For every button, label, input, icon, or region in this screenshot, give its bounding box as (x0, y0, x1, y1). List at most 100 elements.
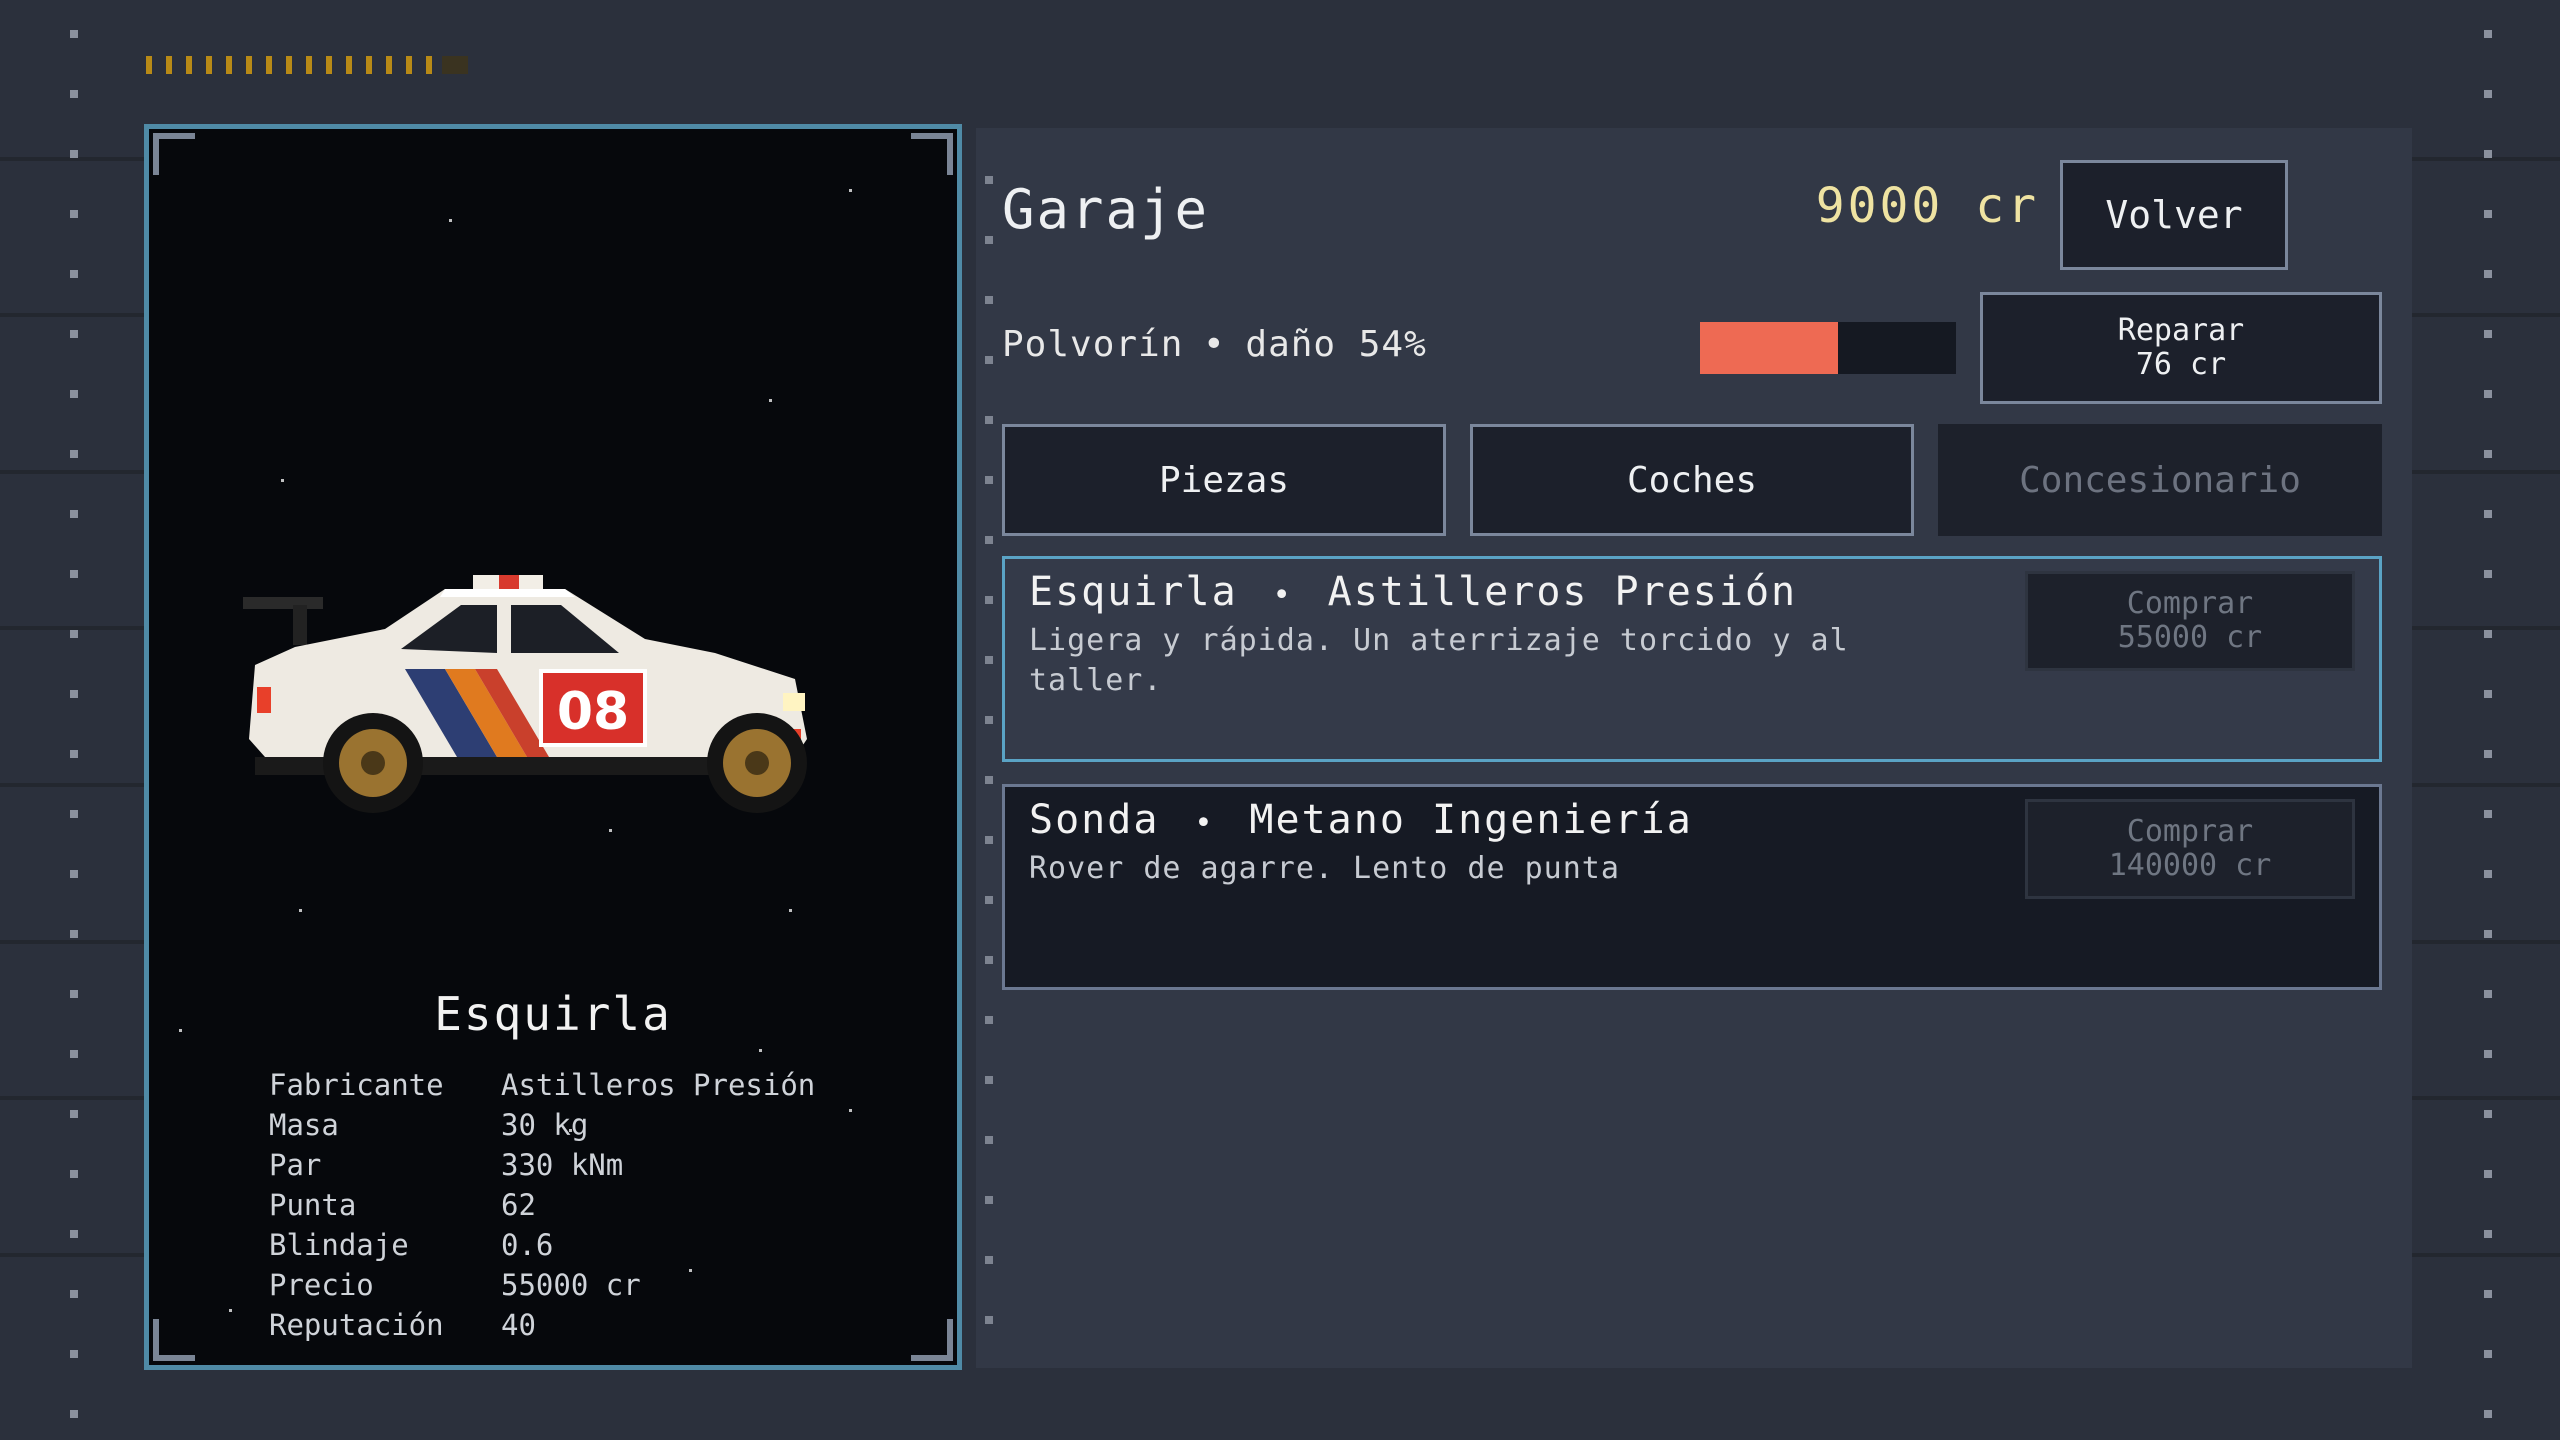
rivet (70, 1050, 78, 1058)
tick-mark (406, 56, 412, 74)
star (299, 909, 302, 912)
tick-mark (346, 56, 352, 74)
rivet (985, 716, 993, 724)
listing-description: Ligera y rápida. Un aterrizaje torcido y… (1029, 623, 1849, 698)
rivet (2484, 150, 2492, 158)
buy-label: Comprar (2126, 814, 2254, 849)
stat-label: Fabricante (269, 1068, 444, 1102)
credits-display: 9000 cr (1815, 178, 2039, 234)
rivet (70, 450, 78, 458)
stat-value: 0.6 (501, 1228, 554, 1262)
listing-heading: Esquirla • Astilleros Presión (1029, 569, 1797, 615)
car-stats: Fabricante Astilleros Presión Masa 30 kg P… (269, 1065, 815, 1345)
rivet (70, 810, 78, 818)
car-number: 08 (557, 682, 629, 742)
stat-label: Masa (269, 1108, 339, 1142)
rivet (70, 750, 78, 758)
rivet (985, 1196, 993, 1204)
buy-button[interactable]: Comprar 140000 cr (2025, 799, 2355, 899)
damage-bar (1700, 322, 1956, 374)
rivet (985, 356, 993, 364)
stat-row: Punta 62 (269, 1185, 815, 1225)
tab-piezas[interactable]: Piezas (1002, 424, 1446, 536)
rivet (70, 690, 78, 698)
wall-seam (2412, 940, 2560, 944)
tab-concesionario[interactable]: Concesionario (1938, 424, 2382, 536)
stat-row: Reputación 40 (269, 1305, 815, 1345)
rivet (2484, 810, 2492, 818)
repair-button[interactable]: Reparar 76 cr (1980, 292, 2382, 404)
listing-item[interactable]: Esquirla • Astilleros Presión Ligera y ráp… (1002, 556, 2382, 762)
rivet (2484, 1230, 2492, 1238)
rivet (70, 150, 78, 158)
rivet (70, 1230, 78, 1238)
rivet (2484, 90, 2492, 98)
rivet (985, 536, 993, 544)
stat-label: Par (269, 1148, 322, 1182)
rivet (2484, 1350, 2492, 1358)
rivet (70, 990, 78, 998)
rivet (2484, 1410, 2492, 1418)
corner-bracket (911, 133, 953, 175)
rivet (2484, 450, 2492, 458)
repair-label: Reparar (2117, 313, 2245, 348)
stat-label: Blindaje (269, 1228, 409, 1262)
rivet (985, 476, 993, 484)
progress-ticks (146, 56, 468, 74)
rivet (2484, 30, 2492, 38)
tick-mark (366, 56, 372, 74)
stat-row: Par 330 kNm (269, 1145, 815, 1185)
star (769, 399, 772, 402)
rivet (70, 510, 78, 518)
tick-mark (306, 56, 312, 74)
stat-label: Punta (269, 1188, 357, 1222)
tab-coches[interactable]: Coches (1470, 424, 1914, 536)
listing-item[interactable]: Sonda • Metano Ingeniería Rover de agarre.… (1002, 784, 2382, 990)
listing-maker: Metano Ingeniería (1249, 797, 1693, 843)
wall-seam (0, 940, 144, 944)
tick-mark (206, 56, 212, 74)
rivet (985, 1256, 993, 1264)
rivet (70, 630, 78, 638)
rivet (2484, 270, 2492, 278)
rivet (2484, 330, 2492, 338)
garage-panel: Garaje 9000 cr Volver Polvorín • daño 54% … (976, 128, 2412, 1368)
listing-maker: Astilleros Presión (1327, 569, 1798, 615)
rivet (985, 1136, 993, 1144)
rivet (2484, 510, 2492, 518)
rivet (2484, 1290, 2492, 1298)
wall-seam (0, 470, 144, 474)
rivet (70, 270, 78, 278)
back-button[interactable]: Volver (2060, 160, 2288, 270)
rivet (2484, 930, 2492, 938)
car-sprite: 08 (243, 575, 807, 813)
stat-value: 30 kg (501, 1108, 589, 1142)
rivet (70, 870, 78, 878)
rivet (70, 390, 78, 398)
star (759, 1049, 762, 1052)
separator-dot: • (1194, 806, 1215, 841)
current-car-name: Polvorín (1002, 324, 1184, 365)
rivet (2484, 750, 2492, 758)
buy-button[interactable]: Comprar 55000 cr (2025, 571, 2355, 671)
rivet (70, 1110, 78, 1118)
wall-seam (2412, 470, 2560, 474)
stat-label: Reputación (269, 1308, 444, 1342)
rivet (985, 416, 993, 424)
rivet (70, 330, 78, 338)
listing-description: Rover de agarre. Lento de punta (1029, 851, 1620, 886)
rivet (985, 596, 993, 604)
rivet (70, 570, 78, 578)
rivet (985, 1316, 993, 1324)
car-status: Polvorín • daño 54% (1002, 324, 1427, 365)
damage-bar-fill (1700, 322, 1839, 374)
wall-seam (2412, 783, 2560, 787)
listing-name: Sonda (1029, 797, 1160, 843)
rivet (2484, 390, 2492, 398)
rivet (2484, 1170, 2492, 1178)
rivet (985, 236, 993, 244)
stat-row: Fabricante Astilleros Presión (269, 1065, 815, 1105)
rivet (2484, 690, 2492, 698)
rivet (2484, 870, 2492, 878)
stat-row: Masa 30 kg (269, 1105, 815, 1145)
